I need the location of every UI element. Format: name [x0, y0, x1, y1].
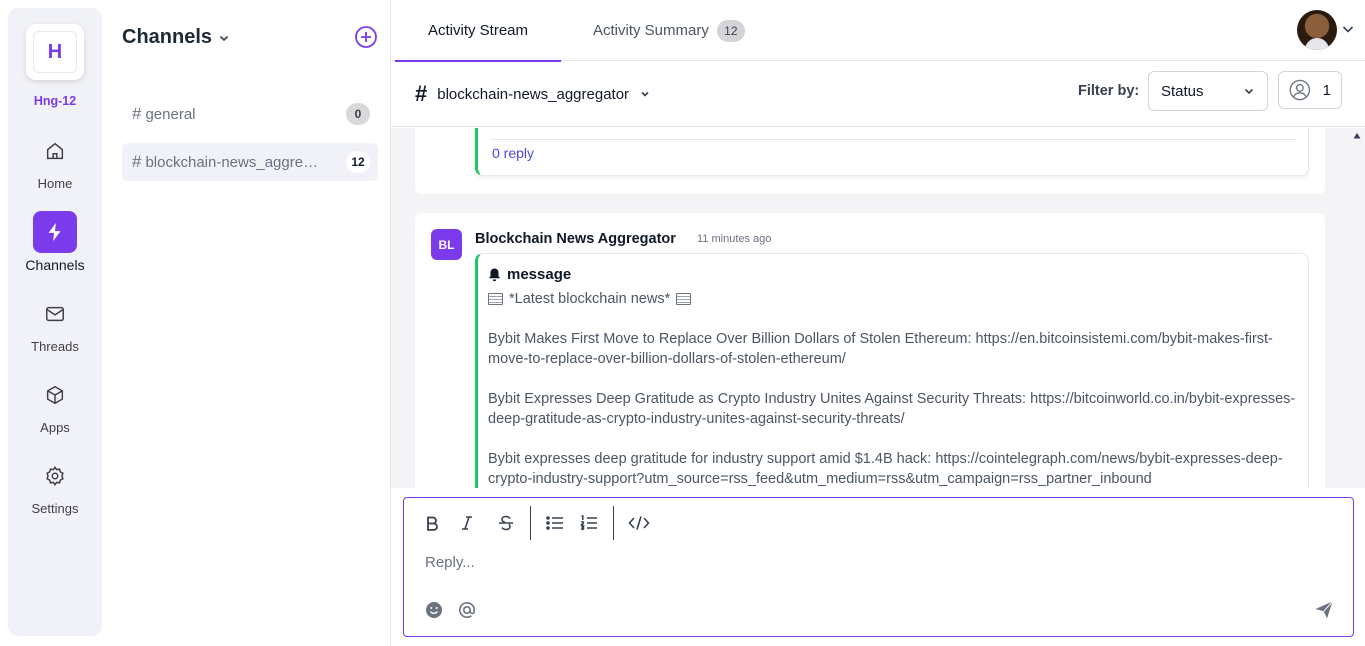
- channel-count-badge: 12: [346, 151, 370, 173]
- message-card: BL Blockchain News Aggregator 11 minutes…: [415, 213, 1325, 488]
- sender-avatar: BL: [431, 229, 462, 260]
- nav-apps-label: Apps: [40, 420, 70, 435]
- strikethrough-button[interactable]: [495, 512, 517, 534]
- message-body: message *Latest blockchain news* Bybit M…: [475, 253, 1309, 488]
- toolbar-divider: [613, 506, 614, 540]
- tab-activity-summary-label: Activity Summary: [593, 22, 709, 39]
- chevron-down-icon: [219, 35, 229, 41]
- numbered-list-button[interactable]: [578, 512, 600, 534]
- tab-bar: Activity Stream Activity Summary 12: [391, 0, 1365, 62]
- current-channel-name: blockchain-news_aggregator: [437, 85, 630, 103]
- workspace-rail: H Hng-12 Home Channels Threads Apps Sett…: [8, 8, 102, 636]
- news-headline-text: *Latest blockchain news*: [509, 291, 671, 307]
- bold-button[interactable]: [421, 512, 443, 534]
- channel-item-blockchain[interactable]: # blockchain-news_aggregator 12: [122, 143, 378, 181]
- reply-composer[interactable]: Reply...: [403, 497, 1354, 637]
- nav-channels[interactable]: Channels: [25, 211, 85, 273]
- news-item: Bybit expresses deep gratitude for indus…: [488, 451, 1283, 487]
- filter-label: Filter by:: [1078, 83, 1140, 99]
- news-headline: *Latest blockchain news*: [488, 289, 1298, 309]
- previous-message-card: 0 reply: [415, 128, 1325, 194]
- chevron-down-icon: [1244, 88, 1254, 95]
- message-type: message: [488, 266, 1298, 283]
- nav-home-label: Home: [37, 176, 73, 191]
- activity-stream[interactable]: 0 reply BL Blockchain News Aggregator 11…: [391, 128, 1365, 488]
- message-timestamp: 11 minutes ago: [697, 233, 772, 245]
- gear-icon: [33, 455, 77, 497]
- user-avatar[interactable]: [1297, 10, 1337, 50]
- channel-count-badge: 0: [346, 103, 370, 125]
- hash-icon: #: [132, 152, 142, 171]
- channel-item-general[interactable]: # general 0: [122, 95, 378, 133]
- nav-threads-label: Threads: [31, 339, 79, 354]
- toolbar-divider: [530, 506, 531, 540]
- summary-count-badge: 12: [716, 19, 745, 42]
- channel-selector[interactable]: # blockchain-news_aggregator: [415, 81, 651, 107]
- message-type-label: message: [507, 266, 572, 283]
- previous-thread-box: 0 reply: [475, 128, 1309, 176]
- member-count: 1: [1322, 81, 1331, 99]
- channel-toolbar: # blockchain-news_aggregator Filter by: …: [391, 61, 1365, 127]
- mail-icon: [33, 293, 77, 335]
- italic-icon: [462, 516, 472, 530]
- workspace-initial: H: [33, 31, 77, 73]
- nav-settings-label: Settings: [31, 501, 79, 516]
- newspaper-icon: [676, 293, 692, 305]
- news-item: Bybit Expresses Deep Gratitude as Crypto…: [488, 391, 1296, 427]
- divider: [490, 139, 1296, 140]
- chevron-down-icon[interactable]: [1341, 22, 1355, 36]
- news-item: Bybit Makes First Move to Replace Over B…: [488, 331, 1273, 367]
- newspaper-icon: [488, 293, 503, 305]
- tab-activity-stream-label: Activity Stream: [427, 22, 529, 39]
- bullet-list-icon: [546, 516, 563, 530]
- bullet-list-button[interactable]: [544, 512, 566, 534]
- nav-settings[interactable]: Settings: [31, 455, 79, 516]
- channels-header[interactable]: Channels: [122, 26, 230, 49]
- workspace-logo[interactable]: H: [26, 24, 84, 80]
- channels-title: Channels: [122, 26, 213, 48]
- mention-icon[interactable]: [457, 600, 477, 620]
- bell-icon: [489, 268, 500, 281]
- channel-name: general: [145, 105, 196, 123]
- reply-input[interactable]: Reply...: [425, 554, 475, 571]
- channels-panel: Channels # general 0 # blockchain-news_a…: [102, 0, 391, 646]
- tab-activity-summary[interactable]: Activity Summary 12: [593, 0, 745, 61]
- sender-name[interactable]: Blockchain News Aggregator: [475, 231, 676, 247]
- bold-icon: [427, 516, 438, 531]
- add-channel-icon[interactable]: [354, 25, 378, 49]
- status-filter-value: Status: [1161, 82, 1204, 100]
- nav-apps[interactable]: Apps: [33, 374, 77, 435]
- code-button[interactable]: [628, 512, 650, 534]
- nav-threads[interactable]: Threads: [31, 293, 79, 354]
- numbered-list-icon: [580, 515, 597, 531]
- cube-icon: [33, 374, 77, 416]
- tab-activity-stream[interactable]: Activity Stream: [395, 0, 561, 62]
- hash-icon: #: [132, 104, 142, 123]
- main-area: Activity Stream Activity Summary 12 # bl…: [391, 0, 1365, 646]
- send-icon[interactable]: [1314, 600, 1334, 620]
- channel-name: blockchain-news_aggregator: [145, 153, 324, 171]
- nav-home[interactable]: Home: [33, 130, 77, 191]
- lightning-icon: [33, 211, 77, 253]
- chevron-down-icon: [641, 91, 649, 97]
- status-filter-select[interactable]: Status: [1148, 71, 1268, 111]
- scroll-up-arrow-icon[interactable]: [1353, 132, 1361, 140]
- code-icon: [628, 516, 650, 530]
- strikethrough-icon: [499, 515, 513, 531]
- home-icon: [33, 130, 77, 172]
- nav-channels-label: Channels: [25, 257, 85, 273]
- workspace-name: Hng-12: [33, 94, 77, 108]
- emoji-icon[interactable]: [424, 600, 444, 620]
- hash-icon: #: [415, 81, 428, 106]
- reply-count-link[interactable]: 0 reply: [492, 145, 534, 161]
- italic-button[interactable]: [456, 512, 478, 534]
- user-circle-icon: [1289, 79, 1311, 101]
- members-button[interactable]: 1: [1278, 71, 1342, 109]
